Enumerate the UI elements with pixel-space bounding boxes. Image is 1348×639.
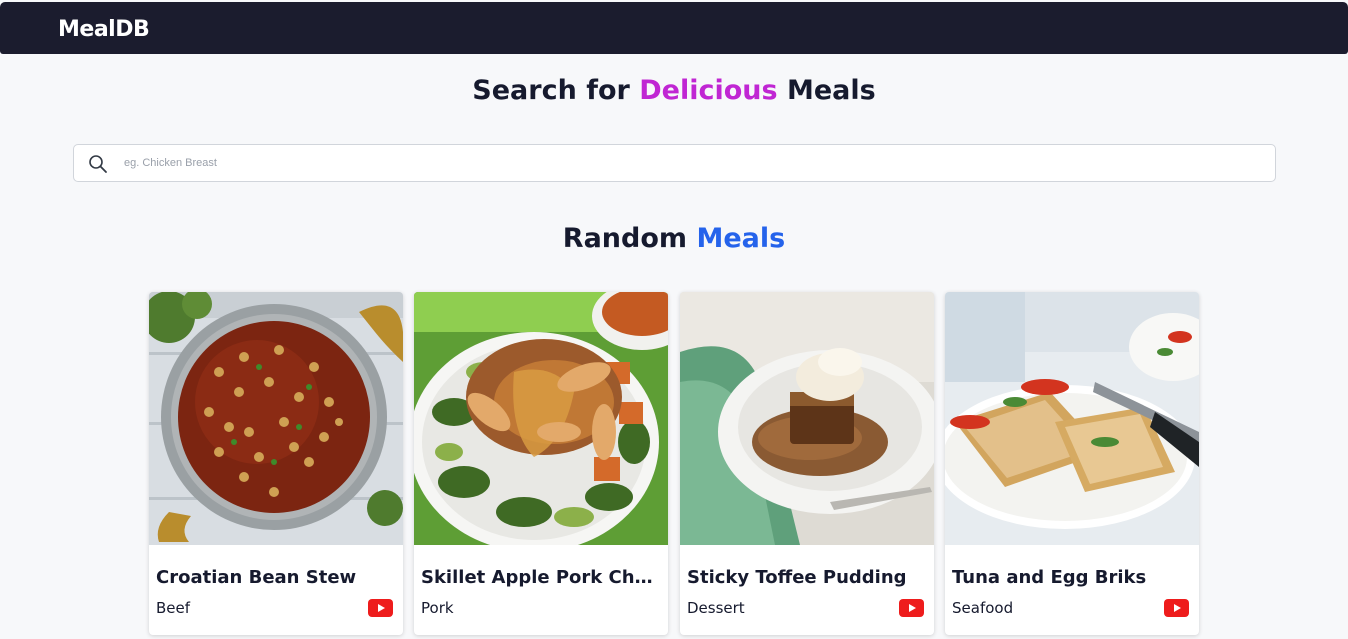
meal-category: Beef <box>156 599 191 617</box>
meal-image[interactable] <box>680 292 934 545</box>
page-title-prefix: Search for <box>472 75 640 106</box>
random-meals-title: Random Meals <box>0 222 1348 256</box>
search-icon <box>89 155 107 173</box>
meal-image[interactable] <box>149 292 403 545</box>
random-meals-title-prefix: Random <box>562 223 697 254</box>
youtube-icon[interactable] <box>1164 599 1189 617</box>
meal-image[interactable] <box>945 292 1199 545</box>
search-input[interactable] <box>124 145 1264 181</box>
meal-card[interactable]: Skillet Apple Pork Chops with Roasted Sw… <box>414 292 668 635</box>
youtube-icon[interactable] <box>368 599 393 617</box>
meal-card[interactable]: Sticky Toffee Pudding Dessert <box>680 292 934 635</box>
brand-logo[interactable]: MealDB <box>58 17 150 43</box>
meal-title[interactable]: Sticky Toffee Pudding <box>687 567 929 589</box>
page-title-accent: Delicious <box>639 75 778 106</box>
meal-card[interactable]: Croatian Bean Stew Beef <box>149 292 403 635</box>
search-bar <box>73 144 1276 182</box>
meal-title[interactable]: Skillet Apple Pork Chops with Roasted Sw… <box>421 567 663 589</box>
meal-title[interactable]: Tuna and Egg Briks <box>952 567 1194 589</box>
youtube-icon[interactable] <box>899 599 924 617</box>
meal-image[interactable] <box>414 292 668 545</box>
meal-title[interactable]: Croatian Bean Stew <box>156 567 398 589</box>
navbar: MealDB <box>0 2 1348 54</box>
meal-category: Pork <box>421 599 454 617</box>
meal-card[interactable]: Tuna and Egg Briks Seafood <box>945 292 1199 635</box>
page-title: Search for Delicious Meals <box>0 74 1348 108</box>
random-meals-title-accent: Meals <box>696 223 786 254</box>
meal-category: Seafood <box>952 599 1014 617</box>
page-title-suffix: Meals <box>777 75 876 106</box>
meal-category: Dessert <box>687 599 745 617</box>
